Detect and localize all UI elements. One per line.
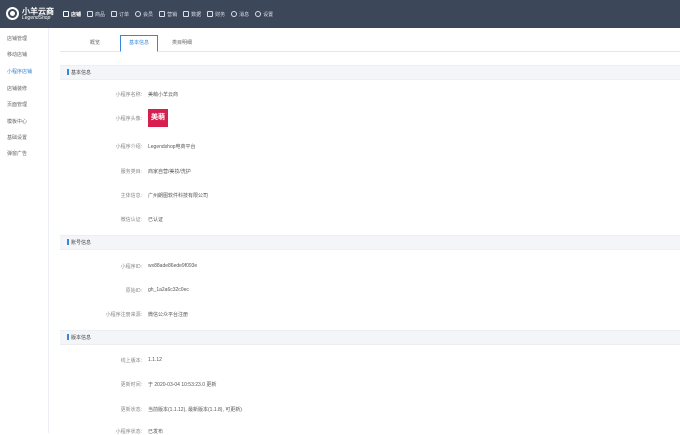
sidebar-item-basic-settings[interactable]: 基础设置 (7, 134, 27, 141)
wechat-auth-value: 已认证 (148, 217, 164, 223)
nav-label: 消息 (239, 11, 250, 18)
sidebar-item-template-center[interactable]: 模板中心 (7, 118, 27, 125)
intro-label: 小程序介绍: (115, 144, 142, 150)
section-account-info: 账号信息 (60, 235, 680, 250)
category-label: 服务类目: (120, 169, 142, 175)
section-title: 版本信息 (71, 335, 92, 341)
settings-icon (255, 11, 262, 17)
update-status-value: 当前版本(1.1.12), 最新版本(1.1.8), 可更新) (148, 407, 242, 413)
nav-label: 商品 (95, 11, 106, 18)
avatar-label: 小程序头像: (115, 116, 142, 122)
nav-label: 店铺 (71, 11, 82, 18)
program-status-value: 已发布 (148, 429, 164, 435)
tab-overview[interactable]: 概览 (70, 36, 120, 51)
data-icon (183, 11, 190, 17)
nav-item-member[interactable]: 会员 (132, 0, 156, 28)
sidebar-item-mobile-shop[interactable]: 移动店铺 (7, 51, 27, 58)
program-status-label: 小程序状态: (115, 429, 142, 435)
origin-id-label: 原始ID: (125, 288, 142, 294)
nav-label: 营销 (167, 11, 178, 18)
main-content: 基本信息 小程序名称: 美萌小羊云商 小程序头像: 美萌 小程序介绍: Lege… (60, 51, 680, 435)
nav-item-marketing[interactable]: 营销 (156, 0, 180, 28)
nav-item-finance[interactable]: 财务 (204, 0, 228, 28)
tab-bar: 概览 基本信息 类目明细 (60, 34, 680, 52)
subject-label: 主体信息: (120, 193, 142, 199)
name-label: 小程序名称: (115, 92, 142, 98)
tab-category-detail[interactable]: 类目明细 (158, 36, 206, 51)
goods-icon (87, 11, 94, 17)
online-version-value: 1.1.12 (148, 357, 162, 363)
section-marker (67, 334, 69, 340)
section-marker (67, 239, 69, 245)
update-time-label: 更新时间: (120, 382, 142, 388)
mini-program-avatar: 美萌 (148, 109, 168, 127)
sidebar-item-shop-decoration[interactable]: 店铺装修 (7, 85, 27, 92)
nav-label: 订单 (119, 11, 130, 18)
nav-item-settings[interactable]: 设置 (252, 0, 276, 28)
member-icon (135, 11, 142, 17)
section-version-info: 版本信息 (60, 330, 680, 345)
logo-subtitle: LegendShop (22, 15, 51, 21)
nav-item-data[interactable]: 数据 (180, 0, 204, 28)
finance-icon (207, 11, 214, 17)
register-source-label: 小程序注册来源: (105, 312, 142, 318)
order-icon (111, 11, 118, 17)
message-icon (231, 11, 238, 17)
nav-label: 财务 (215, 11, 226, 18)
tab-basic-info[interactable]: 基本信息 (120, 35, 158, 52)
category-value: 商家自营/美妆/洗护 (148, 169, 191, 175)
intro-value: Legendshop电商平台 (148, 144, 196, 150)
update-time-value: 于 2020-03-04 10:53:23.0 更新 (148, 382, 217, 388)
top-bar: 小羊云商 LegendShop 店铺 商品 订单 会员 营销 数据 财务 消息 … (0, 0, 680, 28)
nav-item-order[interactable]: 订单 (108, 0, 132, 28)
section-title: 账号信息 (71, 240, 92, 246)
nav-label: 数据 (191, 11, 202, 18)
logo[interactable]: 小羊云商 LegendShop (6, 5, 54, 23)
shop-icon (63, 11, 69, 17)
logo-mark-icon (6, 7, 19, 20)
update-status-label: 更新状态: (120, 407, 142, 413)
marketing-icon (159, 11, 166, 17)
section-marker (67, 69, 69, 75)
sidebar: 店铺管理 移动店铺 小程序店铺 店铺装修 页面管理 模板中心 基础设置 弹窗广告 (0, 28, 49, 433)
wechat-auth-label: 微信认证: (120, 217, 142, 223)
nav-item-message[interactable]: 消息 (228, 0, 252, 28)
appid-label: 小程序ID: (120, 264, 142, 270)
origin-id-value: gh_1a2a6c32c0ec (148, 287, 189, 293)
nav-item-goods[interactable]: 商品 (84, 0, 108, 28)
nav-label: 会员 (143, 11, 154, 18)
sidebar-item-mini-program-shop[interactable]: 小程序店铺 (7, 68, 32, 75)
appid-value: wx88ade86ede9f093e (148, 263, 198, 269)
main-nav: 店铺 商品 订单 会员 营销 数据 财务 消息 设置 (60, 0, 276, 28)
online-version-label: 线上版本: (120, 358, 142, 364)
sidebar-item-page-manage[interactable]: 页面管理 (7, 101, 27, 108)
subject-value: 广州朗图软件科技有限公司 (148, 193, 209, 199)
sidebar-item-popup-ads[interactable]: 弹窗广告 (7, 150, 27, 157)
nav-label: 设置 (263, 11, 274, 18)
section-title: 基本信息 (71, 70, 92, 76)
nav-item-shop[interactable]: 店铺 (60, 0, 84, 28)
register-source-value: 微信公众平台注册 (148, 312, 189, 318)
section-basic-info: 基本信息 (60, 65, 680, 80)
name-value: 美萌小羊云商 (148, 92, 179, 98)
sidebar-item-shop-manage[interactable]: 店铺管理 (7, 35, 27, 42)
